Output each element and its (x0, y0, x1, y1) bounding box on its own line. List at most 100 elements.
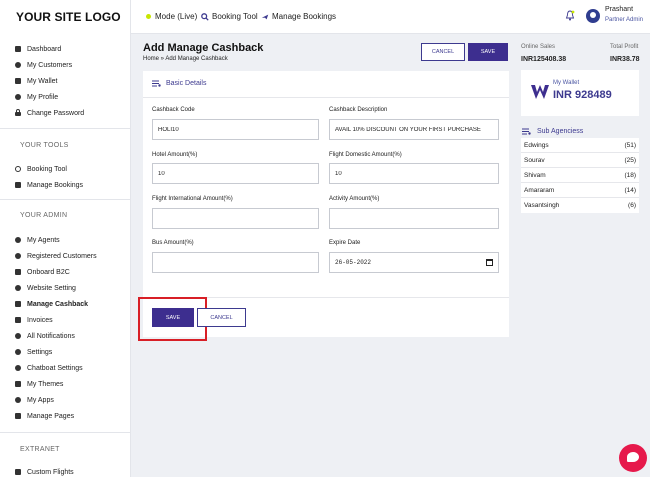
users-icon (14, 61, 22, 69)
hotel-amount-input[interactable] (152, 163, 319, 184)
total-profit-label: Total Profit (610, 44, 639, 50)
live-status-dot-icon (146, 14, 151, 19)
sidebar-item-settings[interactable]: Settings (14, 346, 52, 358)
sidebar-item-custom-flights[interactable]: Custom Flights (14, 466, 74, 477)
list-item[interactable]: Amararam (14) (521, 183, 639, 198)
sidebar-item-my-profile[interactable]: My Profile (14, 91, 58, 103)
list-icon (152, 80, 161, 87)
sidebar-item-website-setting[interactable]: Website Setting (14, 282, 76, 294)
flight-international-amount-input[interactable] (152, 208, 319, 229)
top-header: Mode (Live) Booking Tool Manage Bookings… (131, 0, 650, 34)
bell-icon (14, 332, 22, 340)
sidebar-item-invoices[interactable]: Invoices (14, 314, 53, 326)
pages-icon (14, 412, 22, 420)
section-title-your-admin: YOUR ADMIN (20, 212, 68, 219)
wallet-amount: INR 928489 (553, 89, 612, 101)
sidebar-item-dashboard[interactable]: Dashboard (14, 43, 61, 55)
avatar[interactable] (586, 9, 600, 23)
plane-icon (261, 14, 269, 19)
settings-cog-icon (14, 284, 22, 292)
cashback-description-input[interactable] (329, 119, 499, 140)
sidebar-item-registered-customers[interactable]: Registered Customers (14, 250, 97, 262)
sidebar-divider (0, 128, 130, 129)
list-item[interactable]: Sourav (25) (521, 153, 639, 168)
chat-bubble-icon[interactable] (619, 444, 647, 472)
section-divider (143, 97, 509, 98)
flight-domestic-amount-label: Flight Domestic Amount(%) (329, 152, 402, 158)
sidebar-item-manage-pages[interactable]: Manage Pages (14, 410, 74, 422)
sidebar-item-my-themes[interactable]: My Themes (14, 378, 63, 390)
cashback-description-label: Cashback Description (329, 107, 388, 113)
sidebar: YOUR SITE LOGO Dashboard My Customers My… (0, 0, 131, 477)
online-sales-value: INR125408.38 (521, 56, 567, 63)
wallet-brand-icon (531, 85, 549, 99)
flight-domestic-amount-input[interactable] (329, 163, 499, 184)
sidebar-item-all-notifications[interactable]: All Notifications (14, 330, 75, 342)
onboard-icon (14, 268, 22, 276)
list-item[interactable]: Vasantsingh (6) (521, 198, 639, 213)
online-sales-label: Online Sales (521, 44, 556, 50)
page-title: Add Manage Cashback (143, 42, 264, 54)
list-item[interactable]: Edwings (51) (521, 138, 639, 153)
plane-icon (14, 181, 22, 189)
bus-amount-label: Bus Amount(%) (152, 240, 194, 246)
sub-agencies-heading: Sub Agenciess (522, 128, 583, 135)
activity-amount-label: Activity Amount(%) (329, 196, 380, 202)
save-button[interactable]: SAVE (152, 308, 194, 327)
site-logo[interactable]: YOUR SITE LOGO (16, 10, 121, 24)
top-booking-tool-link[interactable]: Booking Tool (201, 12, 258, 21)
activity-amount-input[interactable] (329, 208, 499, 229)
bus-amount-input[interactable] (152, 252, 319, 273)
search-icon (14, 165, 22, 173)
wallet-icon (14, 77, 22, 85)
sub-agencies-list: Edwings (51) Sourav (25) Shivam (18) Amarar… (521, 138, 639, 213)
section-title-extranet: EXTRANET (20, 446, 60, 453)
calendar-icon[interactable] (486, 259, 493, 266)
header-save-button[interactable]: SAVE (468, 43, 508, 61)
sidebar-item-manage-bookings[interactable]: Manage Bookings (14, 179, 83, 191)
sidebar-item-manage-cashback[interactable]: Manage Cashback (14, 298, 88, 310)
sidebar-item-my-apps[interactable]: My Apps (14, 394, 54, 406)
section-title-your-tools: YOUR TOOLS (20, 142, 69, 149)
dashboard-icon (14, 45, 22, 53)
user-name[interactable]: Prashant (605, 6, 633, 13)
total-profit-value: INR38.78 (610, 56, 640, 63)
sidebar-item-onboard-b2c[interactable]: Onboard B2C (14, 266, 70, 278)
sidebar-item-change-password[interactable]: Change Password (14, 107, 84, 119)
sidebar-item-my-wallet[interactable]: My Wallet (14, 75, 57, 87)
cashback-code-input[interactable] (152, 119, 319, 140)
bed-icon (14, 468, 22, 476)
list-item[interactable]: Shivam (18) (521, 168, 639, 183)
header-cancel-button[interactable]: CANCEL (421, 43, 465, 61)
sidebar-divider (0, 432, 130, 433)
sidebar-item-chatboat-settings[interactable]: Chatboat Settings (14, 362, 83, 374)
wallet-label: My Wallet (553, 80, 580, 86)
palette-icon (14, 380, 22, 388)
flight-international-amount-label: Flight International Amount(%) (152, 196, 233, 202)
user-role: Partner Admin (605, 17, 644, 23)
expire-date-label: Expire Date (329, 240, 361, 246)
basic-details-heading: Basic Details (152, 80, 206, 87)
lock-icon (14, 109, 22, 117)
sidebar-divider (0, 199, 130, 200)
gear-icon (14, 348, 22, 356)
search-icon (201, 12, 209, 21)
breadcrumb: Home » Add Manage Cashback (143, 56, 228, 62)
sidebar-item-booking-tool[interactable]: Booking Tool (14, 163, 67, 175)
list-icon (522, 128, 531, 135)
tag-icon (14, 300, 22, 308)
sidebar-item-my-customers[interactable]: My Customers (14, 59, 72, 71)
agents-icon (14, 236, 22, 244)
registered-users-icon (14, 252, 22, 260)
top-manage-bookings-link[interactable]: Manage Bookings (261, 12, 336, 21)
hotel-amount-label: Hotel Amount(%) (152, 152, 198, 158)
cashback-code-label: Cashback Code (152, 107, 195, 113)
user-icon (14, 93, 22, 101)
sidebar-item-my-agents[interactable]: My Agents (14, 234, 60, 246)
rocket-icon (14, 396, 22, 404)
cancel-button[interactable]: CANCEL (197, 308, 246, 327)
notification-bell-icon[interactable] (565, 10, 575, 21)
expire-date-input[interactable]: 26-05-2022 (329, 252, 499, 273)
mode-live-toggle[interactable]: Mode (Live) (146, 12, 197, 21)
invoice-icon (14, 316, 22, 324)
